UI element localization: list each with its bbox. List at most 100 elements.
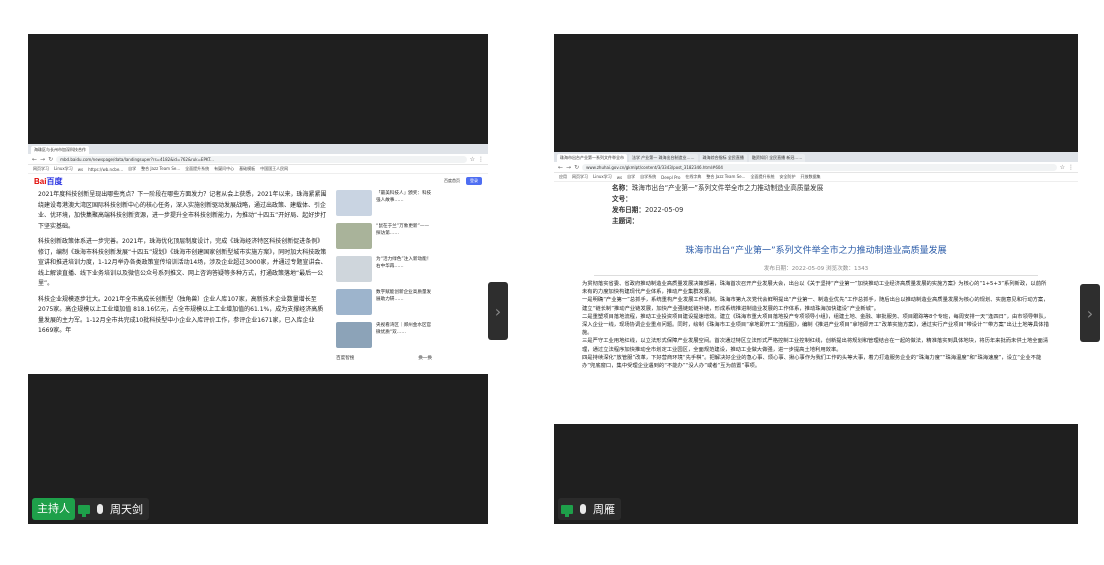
- meta-row: 名称：珠海市出台“产业第一”系列文件举全市之力推动制造业高质量发展: [612, 183, 1020, 194]
- bookmark-item[interactable]: 基础模板: [239, 166, 255, 172]
- body-paragraph: 四是持续深化“放管服”改革，下好营商环境“先手棋”。把解决好企业的急心事、烦心事…: [582, 354, 1042, 370]
- rail-item-text: 为“活力绿色”注入新动能！右中华再……: [376, 257, 432, 269]
- address-bar[interactable]: www.zhuhai.gov.cn/gkmlpt/content/3/3343/…: [582, 163, 1057, 171]
- bookmark-item[interactable]: 自学: [128, 166, 136, 172]
- meta-label: 名称：: [612, 184, 632, 192]
- document-date: 发布日期：2022-05-09 浏览次数：1343: [763, 266, 869, 272]
- baidu-body: 2021年度科技创新呈现出哪些亮点？下一阶段在哪些方面发力？记者从会上获悉，20…: [28, 188, 488, 363]
- menu-icon[interactable]: ⋮: [1068, 164, 1074, 171]
- video-conference-gallery: 海珠区与长州市加深科技合作 ← → ↻ mbd.baidu.com/newspa…: [0, 0, 1104, 565]
- browser-tab[interactable]: 海珠区与长州市加深科技合作: [31, 146, 89, 154]
- rail-thumbnail: [336, 289, 372, 315]
- rail-item[interactable]: 央视看湾区｜郑州金水区官微优质“双……: [336, 322, 432, 350]
- refresh-link[interactable]: 换一换: [418, 355, 432, 361]
- address-bar[interactable]: mbd.baidu.com/newspage/data/landingsuper…: [56, 155, 467, 163]
- bookmark-item[interactable]: Linux学习: [593, 174, 612, 180]
- divider: [594, 275, 1038, 276]
- meta-label: 主题词：: [612, 217, 639, 225]
- rail-thumbnail: [336, 256, 372, 282]
- reload-icon[interactable]: ↻: [574, 164, 579, 171]
- tile-next-arrow-icon[interactable]: ›: [1080, 284, 1100, 342]
- bookmark-item[interactable]: 在线字典: [685, 174, 701, 180]
- bookmark-item[interactable]: 全面提升系统: [185, 166, 209, 172]
- screen-share-icon: [558, 498, 576, 520]
- reload-icon[interactable]: ↻: [48, 156, 53, 163]
- article-paragraph: 2021年度科技创新呈现出哪些亮点？下一阶段在哪些方面发力？记者从会上获悉，20…: [38, 191, 327, 230]
- meta-row: 文号：: [612, 194, 1020, 205]
- rail-footer: 百度智搜 换一换: [336, 355, 432, 361]
- bookmark-item[interactable]: 整合 Jazz Team Se...: [706, 174, 745, 180]
- browser-tab[interactable]: 珠海市出台产业第一系列文件举全市: [557, 154, 627, 162]
- browser-tab-bar: 珠海市出台产业第一系列文件举全市 法学 产业第一 珠海出台制造业…… 珠海综合指标 …: [554, 152, 1078, 162]
- login-button[interactable]: 登录: [466, 177, 482, 185]
- bookmark-item[interactable]: 中国国王人民网: [260, 166, 288, 172]
- rail-item[interactable]: 数字赋能创新企业高质量发展助力研……: [336, 289, 432, 317]
- article-paragraph: 科技创新政策体系进一步完善。2021年，珠海优化顶层制度设计，完成《珠海经济特区…: [38, 238, 327, 287]
- baidu-logo-cn: 百度: [46, 176, 63, 186]
- recommend-rail: 「最美科技人」颁奖：科技强人故事…… “鼠在于兰”万象更新”——探访第…… 为“活力…: [336, 190, 432, 361]
- rail-item[interactable]: “鼠在于兰”万象更新”——探访第……: [336, 223, 432, 251]
- menu-icon[interactable]: ⋮: [478, 156, 484, 163]
- tile-next-arrow-icon[interactable]: ›: [488, 282, 508, 340]
- participant-name: 周天剑: [110, 503, 143, 516]
- bookmark-item[interactable]: Deepl Pro: [661, 175, 680, 180]
- rail-footer-title: 百度智搜: [336, 356, 355, 361]
- forward-icon[interactable]: →: [566, 164, 571, 171]
- participant-name: 周雁: [593, 503, 615, 516]
- baidu-header: Bai百度 百度首页 登录: [28, 174, 488, 188]
- bookmarks-bar: 应用 网页学习 Linux学习 ws 自学 自学系统 Deepl Pro 在线字典 整合 Jaz…: [554, 173, 1078, 182]
- bookmark-item[interactable]: 网页学习: [572, 174, 588, 180]
- bookmark-item[interactable]: ws: [78, 167, 83, 172]
- browser-tab[interactable]: 融资知识 全民直播 新冠……: [748, 154, 806, 162]
- document-body: 为贯彻落实省委、省政府推动制造业高质量发展决策部署，珠海首次召开产业发展大会，出…: [554, 280, 1078, 370]
- screen-share-icon: [75, 498, 93, 520]
- rail-item[interactable]: 「最美科技人」颁奖：科技强人故事……: [336, 190, 432, 218]
- browser-tab[interactable]: 法学 产业第一 珠海出台制造业……: [629, 154, 698, 162]
- bookmark-item[interactable]: 网页学习: [33, 166, 49, 172]
- rail-item[interactable]: 为“活力绿色”注入新动能！右中华再……: [336, 256, 432, 284]
- bookmark-item[interactable]: 应用: [559, 174, 567, 180]
- bookmark-item[interactable]: 整合 Jazz Team Se...: [141, 166, 180, 172]
- bookmarks-bar: 网页学习 Linux学习 ws https://wb.ncbe... 自学 整合 Jazz…: [28, 165, 488, 174]
- forward-icon[interactable]: →: [40, 156, 45, 163]
- article-paragraph: 科技企业规模逐步壮大。2021年全市高成长创新型（独角兽）企业人库107家，高新…: [38, 295, 324, 335]
- body-paragraph: 为贯彻落实省委、省政府推动制造业高质量发展决策部署，珠海首次召开产业发展大会，出…: [582, 281, 1047, 296]
- bookmark-item[interactable]: 自学系统: [640, 174, 656, 180]
- baidu-home-link[interactable]: 百度首页: [444, 178, 460, 184]
- rail-item-text: 数字赋能创新企业高质量发展助力研……: [376, 290, 432, 302]
- star-icon[interactable]: ☆: [1060, 164, 1065, 171]
- meta-label: 文号：: [612, 195, 632, 203]
- microphone-icon: [93, 498, 107, 520]
- back-icon[interactable]: ←: [32, 156, 37, 163]
- participant-tile-left[interactable]: 海珠区与长州市加深科技合作 ← → ↻ mbd.baidu.com/newspa…: [28, 34, 508, 524]
- meta-value: 珠海市出台“产业第一”系列文件举全市之力推动制造业高质量发展: [631, 184, 824, 192]
- rail-thumbnail: [336, 223, 372, 249]
- browser-address-row: ← → ↻ www.zhuhai.gov.cn/gkmlpt/content/3…: [554, 162, 1078, 173]
- participant-label: 主持人 周天剑: [32, 498, 149, 520]
- bookmark-item[interactable]: 自学: [627, 174, 635, 180]
- bookmark-item[interactable]: 开放数据集: [800, 174, 820, 180]
- meta-row: 发布日期：2022-05-09: [612, 205, 1020, 216]
- body-paragraph: 二是重塑项目落地流程，推动工业投资项目建设提速增效。建立《珠海市重大项目落地投产…: [582, 313, 1050, 337]
- rail-thumbnail: [336, 322, 372, 348]
- meta-row: 主题词：: [612, 216, 1020, 227]
- bookmark-item[interactable]: 有疑问中心: [214, 166, 234, 172]
- participant-tile-right[interactable]: 珠海市出台产业第一系列文件举全市 法学 产业第一 珠海出台制造业…… 珠海综合指标 …: [554, 34, 1100, 524]
- bookmark-item[interactable]: 全面提升系统: [750, 174, 774, 180]
- participant-label: 周雁: [558, 498, 621, 520]
- bookmark-item[interactable]: https://wb.ncbe...: [88, 167, 123, 172]
- back-icon[interactable]: ←: [558, 164, 563, 171]
- bookmark-item[interactable]: 安全防护: [779, 174, 795, 180]
- baidu-logo[interactable]: Bai百度: [34, 176, 62, 187]
- browser-tab-bar: 海珠区与长州市加深科技合作: [28, 144, 488, 154]
- host-badge: 主持人: [32, 498, 75, 520]
- bookmark-item[interactable]: ws: [617, 175, 622, 180]
- browser-tab[interactable]: 珠海综合指标 全民直播: [699, 154, 747, 162]
- bookmark-item[interactable]: Linux学习: [54, 166, 73, 172]
- star-icon[interactable]: ☆: [470, 156, 475, 163]
- shared-screen-right: 珠海市出台产业第一系列文件举全市 法学 产业第一 珠海出台制造业…… 珠海综合指标 …: [554, 152, 1078, 424]
- body-paragraph: 一是明确“产业第一”总抓手，系统重构产业发展工作机制。珠海市第九次党代会鲜明提出…: [582, 297, 1049, 312]
- shared-screen-left: 海珠区与长州市加深科技合作 ← → ↻ mbd.baidu.com/newspa…: [28, 144, 488, 374]
- document-meta: 名称：珠海市出台“产业第一”系列文件举全市之力推动制造业高质量发展 文号： 发布日期…: [554, 182, 1078, 227]
- browser-address-row: ← → ↻ mbd.baidu.com/newspage/data/landin…: [28, 154, 488, 165]
